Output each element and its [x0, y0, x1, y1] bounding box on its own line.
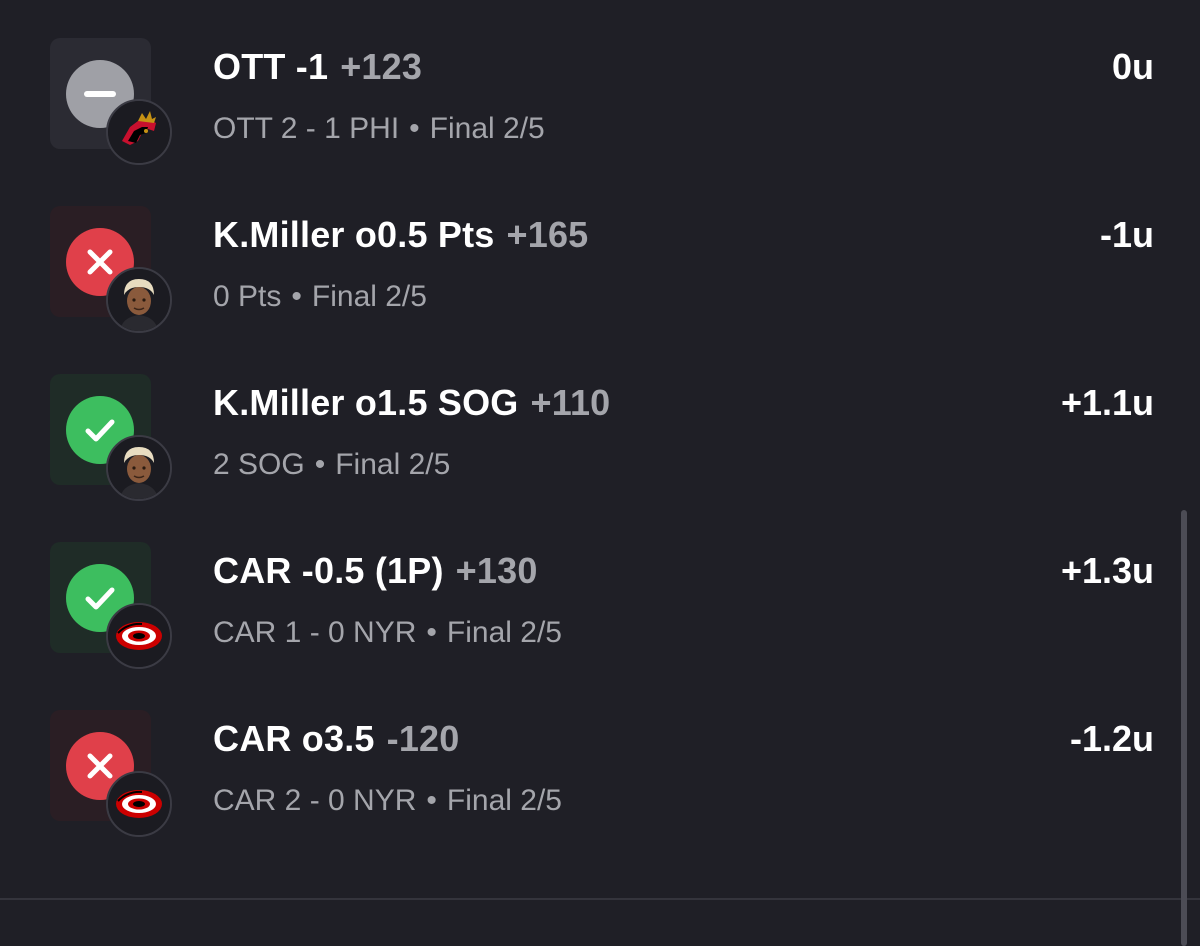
scrollbar[interactable]	[1181, 510, 1187, 946]
bet-odds: -120	[386, 718, 460, 759]
player-avatar	[106, 435, 172, 501]
units-result: +1.3u	[1060, 550, 1154, 591]
units-result: -1u	[1100, 214, 1154, 255]
bet-result-detail: OTT 2 - 1 PHI • Final 2/5	[213, 112, 545, 145]
bet-result-detail: 2 SOG • Final 2/5	[213, 448, 451, 481]
units-result: +1.1u	[1060, 382, 1154, 423]
units-result: -1.2u	[1069, 718, 1154, 759]
bet-date: Final 2/5	[311, 280, 427, 313]
bet-date: Final 2/5	[335, 448, 451, 481]
hurricanes-logo	[106, 603, 172, 669]
bet-date: Final 2/5	[446, 616, 562, 649]
bet-title: CAR -0.5 (1P) +130	[213, 550, 538, 591]
bet-odds: +165	[506, 214, 589, 255]
bet-result-detail: CAR 1 - 0 NYR • Final 2/5	[213, 616, 562, 649]
bet-row[interactable]: CAR o3.5 -120 CAR 2 - 0 NYR • Final 2/5 -1.…	[0, 672, 1200, 840]
bet-history-screen: OTT -1 +123 OTT 2 - 1 PHI • Final 2/5 0u K.…	[0, 0, 1200, 946]
bet-odds: +130	[455, 550, 538, 591]
bet-result-detail: 0 Pts • Final 2/5	[213, 280, 427, 313]
bet-row[interactable]: OTT -1 +123 OTT 2 - 1 PHI • Final 2/5 0u	[0, 0, 1200, 168]
bet-odds: +110	[530, 382, 611, 423]
bet-title: K.Miller o0.5 Pts +165	[213, 214, 589, 255]
senators-logo	[106, 99, 172, 165]
bet-title: K.Miller o1.5 SOG +110	[213, 382, 611, 423]
bet-row[interactable]: CAR -0.5 (1P) +130 CAR 1 - 0 NYR • Final 2/…	[0, 504, 1200, 672]
units-result: 0u	[1111, 46, 1154, 87]
bet-result-detail: CAR 2 - 0 NYR • Final 2/5	[213, 784, 562, 817]
bet-row[interactable]: K.Miller o1.5 SOG +110 2 SOG • Final 2/5 +1…	[0, 336, 1200, 504]
hurricanes-logo	[106, 771, 172, 837]
bet-date: Final 2/5	[446, 784, 562, 817]
bottom-divider	[0, 898, 1200, 900]
bet-date: Final 2/5	[429, 112, 545, 145]
bet-title: CAR o3.5 -120	[213, 718, 460, 759]
bet-title: OTT -1 +123	[213, 46, 423, 87]
bet-odds: +123	[340, 46, 423, 87]
bet-row[interactable]: K.Miller o0.5 Pts +165 0 Pts • Final 2/5 -1…	[0, 168, 1200, 336]
player-avatar	[106, 267, 172, 333]
